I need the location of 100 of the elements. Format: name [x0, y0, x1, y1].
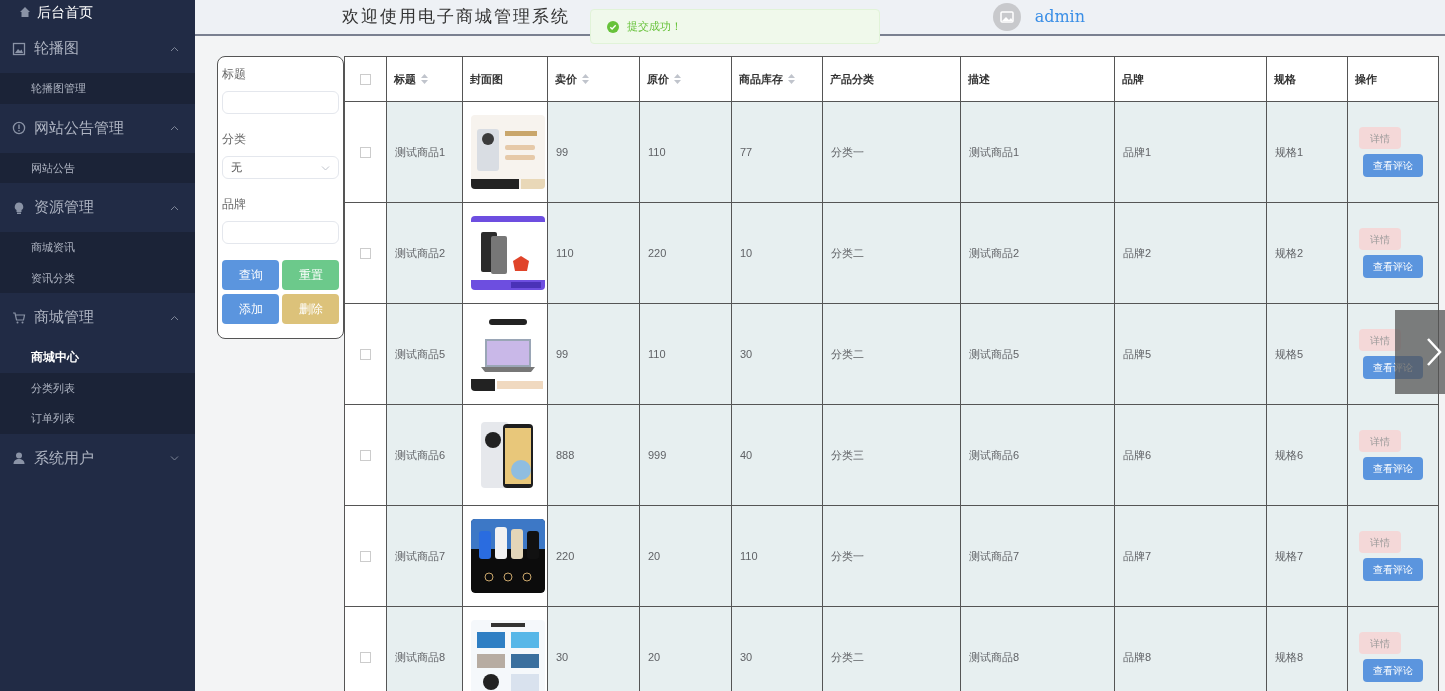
table-cell: 30 — [740, 347, 753, 360]
bulb-icon — [12, 200, 26, 215]
menu-group[interactable]: 网站公告管理 — [0, 103, 195, 153]
field-label: 分类 — [222, 131, 247, 148]
menu-group[interactable]: 轮播图 — [0, 24, 195, 73]
table-cell: 测试商品5 — [969, 347, 1020, 360]
table-cell: 分类三 — [831, 448, 864, 461]
column-header[interactable]: 操作 — [1355, 70, 1377, 88]
table-cell: 测试商品1 — [395, 145, 446, 158]
select-field[interactable]: 无 — [222, 156, 339, 179]
chevron-down-icon — [170, 455, 179, 461]
menu-group[interactable]: 商城管理 — [0, 293, 195, 342]
table-cell: 测试商品6 — [395, 448, 446, 461]
table-cell: 999 — [648, 448, 667, 461]
table-cell: 测试商品8 — [395, 650, 446, 663]
column-header[interactable]: 原价 — [647, 70, 669, 88]
table-cell: 110 — [648, 347, 666, 360]
select-all-checkbox[interactable] — [360, 74, 371, 86]
column-header[interactable]: 产品分类 — [830, 70, 874, 88]
table-cell: 77 — [740, 145, 753, 158]
menu-item[interactable]: 商城资讯 — [0, 232, 195, 263]
text-field[interactable] — [222, 221, 339, 244]
chevron-down-icon — [321, 164, 330, 171]
chevron-right-icon — [1426, 337, 1442, 367]
table-cell: 测试商品7 — [395, 549, 446, 562]
column-header[interactable]: 规格 — [1274, 70, 1296, 88]
sort-icon[interactable] — [788, 74, 795, 84]
table-cell: 10 — [740, 246, 753, 259]
text-field[interactable] — [222, 91, 339, 114]
sort-icon[interactable] — [674, 74, 681, 84]
menu-item[interactable]: 轮播图管理 — [0, 73, 195, 104]
column-header[interactable]: 标题 — [394, 70, 416, 88]
page-title: 欢迎使用电子商城管理系统 — [342, 5, 570, 29]
table-cell: 40 — [740, 448, 753, 461]
row-checkbox[interactable] — [360, 349, 371, 361]
table-cell: 规格8 — [1275, 650, 1304, 663]
menu-item[interactable]: 资讯分类 — [0, 262, 195, 293]
table-cell: 品牌1 — [1123, 145, 1152, 158]
table-cell: 测试商品2 — [395, 246, 446, 259]
menu-group[interactable]: 系统用户 — [0, 433, 195, 483]
table-cell: 30 — [556, 650, 569, 663]
row-checkbox[interactable] — [360, 551, 371, 563]
chevron-up-icon — [170, 125, 179, 131]
chevron-up-icon — [170, 45, 179, 52]
row-checkbox[interactable] — [360, 248, 371, 260]
table-cell: 20 — [648, 650, 661, 663]
column-header[interactable]: 商品库存 — [739, 70, 783, 88]
table-cell: 规格1 — [1275, 145, 1304, 158]
table-cell: 20 — [648, 549, 661, 562]
table-cell: 测试商品5 — [395, 347, 446, 360]
menu-item[interactable]: 订单列表 — [0, 403, 195, 434]
column-header[interactable]: 封面图 — [470, 70, 503, 88]
menu-group[interactable]: 资源管理 — [0, 183, 195, 232]
table-cell: 分类二 — [831, 650, 864, 663]
table-cell: 110 — [740, 549, 758, 562]
table-cell: 220 — [648, 246, 667, 259]
menu-item[interactable]: 商城中心 — [0, 342, 195, 373]
table-cell: 品牌8 — [1123, 650, 1152, 663]
field-label: 品牌 — [222, 196, 247, 213]
table-cell: 测试商品7 — [969, 549, 1020, 562]
menu-item[interactable]: 网站公告 — [0, 152, 195, 183]
table-cell: 测试商品2 — [969, 246, 1020, 259]
home-menu-item[interactable]: 后台首页 — [0, 0, 195, 24]
table-cell: 测试商品6 — [969, 448, 1020, 461]
toast-message: 提交成功！ — [627, 19, 682, 35]
menu-item[interactable]: 分类列表 — [0, 372, 195, 403]
row-checkbox[interactable] — [360, 652, 371, 664]
avatar-icon — [992, 3, 1021, 31]
table-cell: 测试商品1 — [969, 145, 1020, 158]
chevron-up-icon — [170, 314, 179, 321]
column-header[interactable]: 品牌 — [1122, 70, 1144, 88]
table-cell: 规格2 — [1275, 246, 1304, 259]
table-cell: 888 — [556, 448, 575, 461]
sort-icon[interactable] — [421, 74, 428, 84]
table-cell: 分类二 — [831, 246, 864, 259]
info-icon — [12, 121, 26, 135]
table-cell: 规格7 — [1275, 549, 1304, 562]
table-cell: 30 — [740, 650, 753, 663]
table-cell: 99 — [556, 347, 569, 360]
table-cell: 品牌7 — [1123, 549, 1152, 562]
table-cell: 测试商品8 — [969, 650, 1020, 663]
row-checkbox[interactable] — [360, 450, 371, 462]
column-header[interactable]: 描述 — [968, 70, 990, 88]
row-checkbox[interactable] — [360, 147, 371, 159]
table-cell: 品牌6 — [1123, 448, 1152, 461]
column-header[interactable]: 卖价 — [555, 70, 577, 88]
table-cell: 规格6 — [1275, 448, 1304, 461]
table-cell: 99 — [556, 145, 569, 158]
table-cell: 品牌5 — [1123, 347, 1152, 360]
table-cell: 分类一 — [831, 549, 864, 562]
table-cell: 110 — [648, 145, 666, 158]
home-icon — [19, 6, 31, 18]
table-cell: 分类一 — [831, 145, 864, 158]
table-cell: 规格5 — [1275, 347, 1304, 360]
table-cell: 品牌2 — [1123, 246, 1152, 259]
table-cell: 110 — [556, 246, 574, 259]
table-cell: 分类二 — [831, 347, 864, 360]
cart-icon — [12, 310, 26, 325]
sort-icon[interactable] — [582, 74, 589, 84]
user-icon — [12, 451, 26, 465]
